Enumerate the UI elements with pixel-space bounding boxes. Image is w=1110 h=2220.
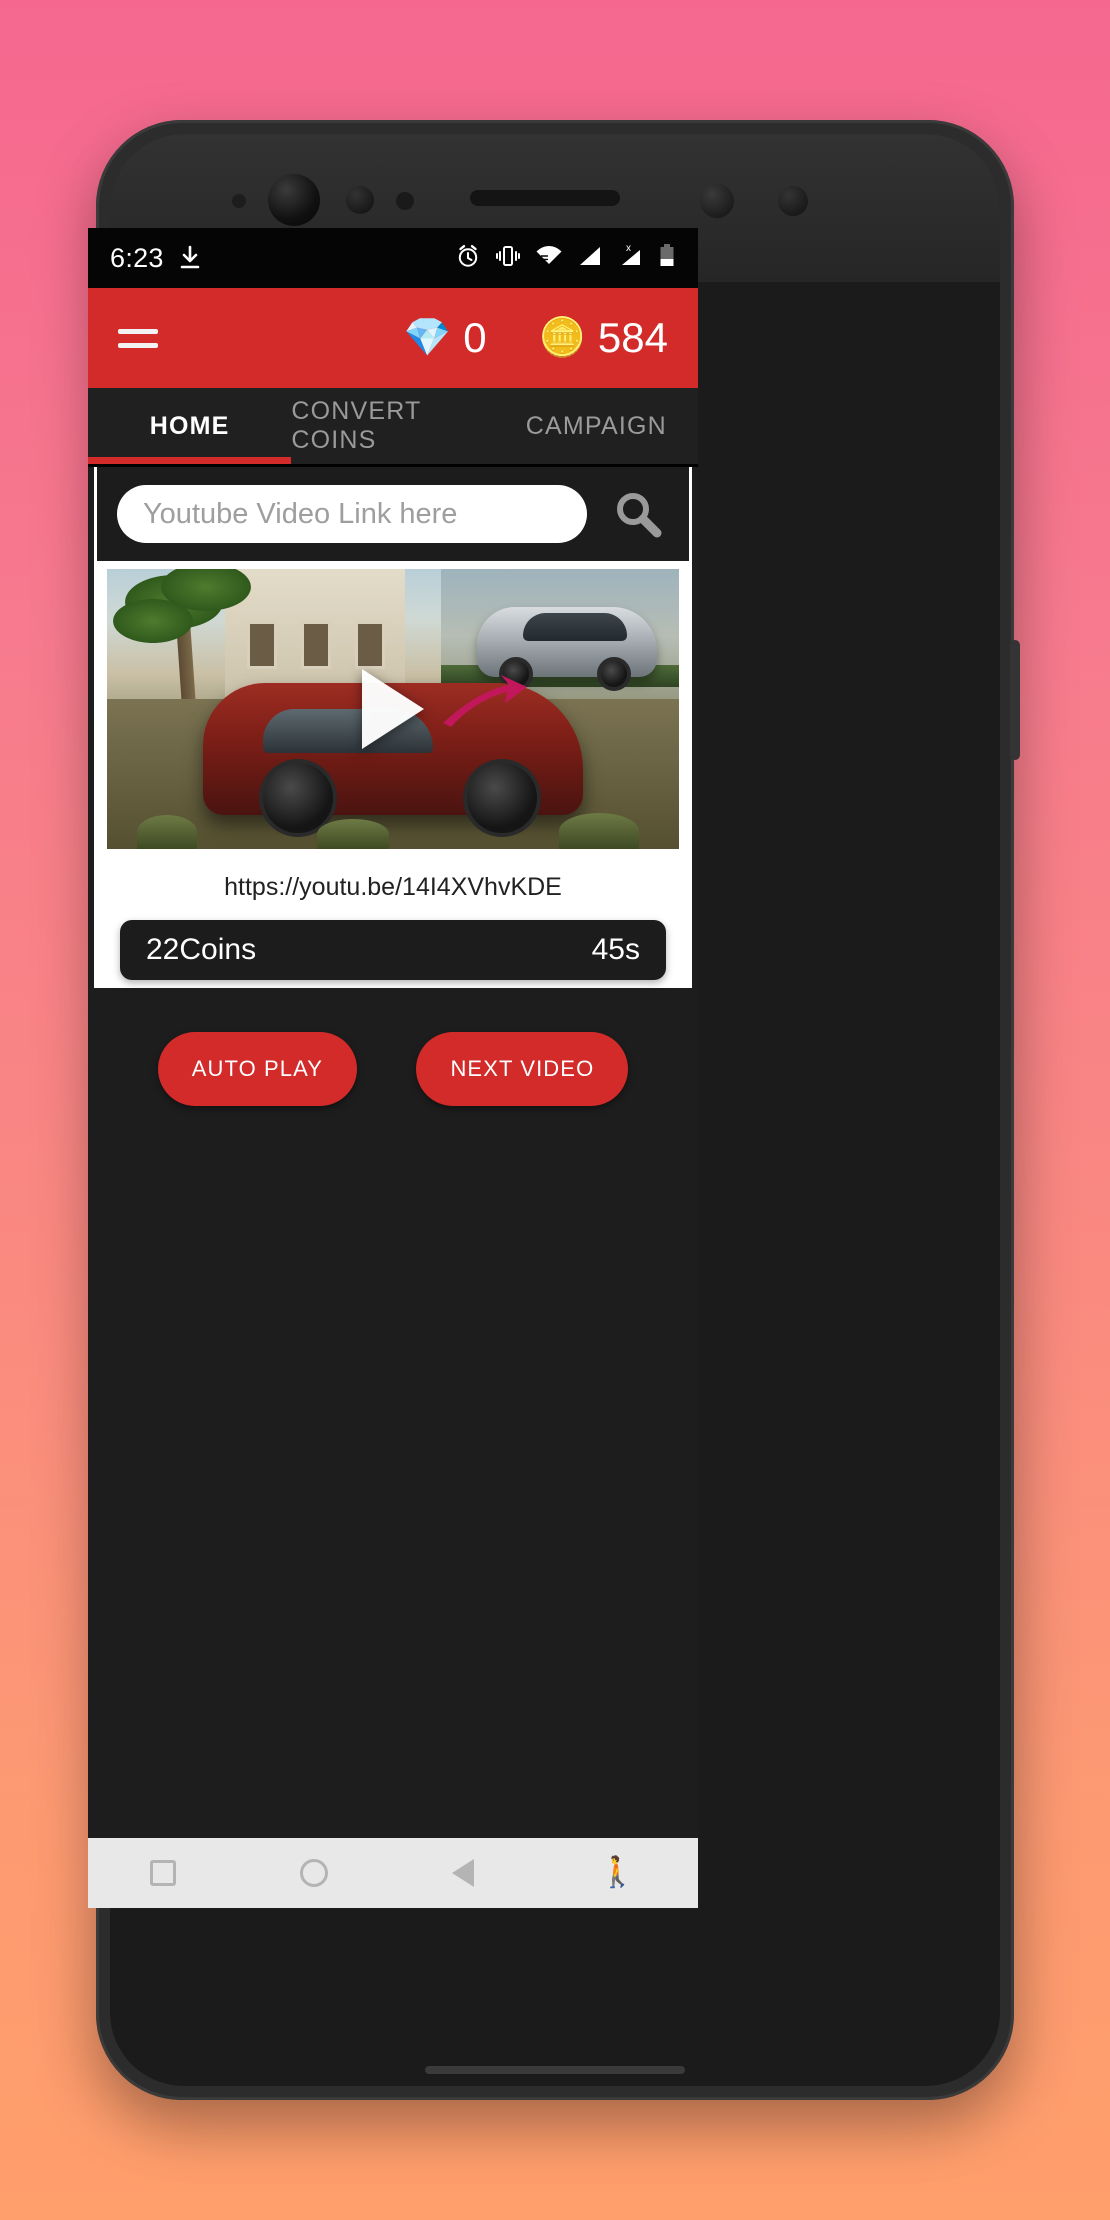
tab-bar: HOME CONVERT COINS CAMPAIGN [88, 388, 698, 464]
video-card: https://youtu.be/14I4XVhvKDE 22Coins 45s [94, 467, 692, 988]
thumbnail-red-wheel-front [463, 759, 541, 837]
vibrate-icon [496, 243, 520, 274]
status-time: 6:23 [110, 242, 164, 273]
tab-campaign[interactable]: CAMPAIGN [495, 388, 698, 464]
tab-convert-coins[interactable]: CONVERT COINS [291, 388, 494, 464]
sensor-secondary-icon [346, 186, 374, 214]
coins-value: 584 [597, 314, 668, 361]
recents-square-icon[interactable] [150, 1860, 177, 1886]
alarm-icon [455, 243, 481, 274]
download-icon [178, 245, 202, 271]
action-buttons-row: AUTO PLAY NEXT VIDEO [88, 988, 698, 1106]
play-icon[interactable] [362, 669, 424, 749]
thumbnail-grass-2 [317, 819, 389, 849]
tab-home[interactable]: HOME [88, 388, 292, 464]
app-bar: 💎 0 🪙 584 [88, 288, 698, 388]
android-nav-bar: 🚶 [88, 1838, 698, 1908]
proximity-sensor-icon [700, 184, 734, 218]
thumbnail-palm-frond-3 [113, 599, 193, 643]
diamond-value: 0 [463, 314, 487, 361]
app-screen: 6:23 x 💎 0 🪙 584 HOME CONVERT COINS CAMP… [88, 228, 698, 1908]
video-reward-bar: 22Coins 45s [120, 920, 666, 980]
diamond-counter[interactable]: 💎 0 [404, 314, 487, 362]
app-bar-currencies: 💎 0 🪙 584 [404, 314, 668, 362]
video-url: https://youtu.be/14I4XVhvKDE [224, 873, 562, 901]
search-icon[interactable] [607, 483, 669, 545]
battery-low-icon [658, 243, 676, 274]
home-circle-icon[interactable] [300, 1859, 329, 1887]
front-camera-icon [268, 174, 320, 226]
phone-chin-bar [425, 2066, 685, 2074]
hamburger-menu-icon[interactable] [118, 328, 158, 348]
back-triangle-icon[interactable] [452, 1859, 475, 1887]
video-thumbnail[interactable] [107, 569, 679, 849]
sensor-tertiary-icon [396, 192, 414, 210]
sensor-icon [232, 194, 246, 208]
search-input[interactable] [117, 485, 587, 543]
earpiece-speaker [470, 190, 620, 206]
thumbnail-silver-wheel-rear [597, 657, 631, 691]
video-duration-label: 45s [591, 933, 640, 966]
wifi-icon [535, 244, 563, 273]
next-video-button[interactable]: NEXT VIDEO [416, 1032, 629, 1106]
thumbnail-grass-3 [559, 813, 639, 849]
svg-text:x: x [626, 243, 631, 254]
status-icons: x [455, 243, 676, 274]
status-bar: 6:23 x [88, 228, 698, 288]
diamond-icon: 💎 [403, 317, 452, 359]
main-content: https://youtu.be/14I4XVhvKDE 22Coins 45s… [88, 467, 698, 1908]
signal-icon [578, 244, 602, 273]
search-row [97, 467, 689, 561]
coins-icon: 🪙 [538, 317, 586, 359]
video-coins-label: 22Coins [146, 933, 257, 966]
light-sensor-icon [778, 186, 808, 216]
thumbnail-arrow-icon [439, 673, 529, 729]
thumbnail-silver-car-window [523, 613, 627, 641]
signal-no-sim-icon: x [617, 243, 643, 274]
accessibility-icon[interactable]: 🚶 [599, 1858, 636, 1888]
coins-counter[interactable]: 🪙 584 [539, 314, 668, 362]
auto-play-button[interactable]: AUTO PLAY [157, 1032, 358, 1106]
power-button[interactable] [1010, 640, 1020, 760]
thumbnail-grass-1 [137, 815, 197, 849]
